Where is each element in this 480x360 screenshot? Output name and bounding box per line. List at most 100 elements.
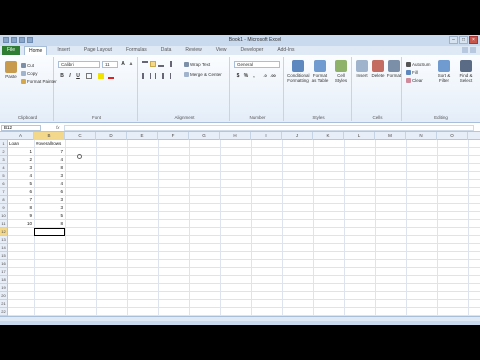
- column-header-i[interactable]: I: [251, 132, 282, 140]
- row-header-22[interactable]: 22: [0, 308, 8, 316]
- formula-input[interactable]: [64, 125, 474, 131]
- cut-button[interactable]: Cut: [21, 62, 34, 68]
- format-as-table-button[interactable]: Format as Table: [310, 60, 330, 83]
- row-header-18[interactable]: 18: [0, 276, 8, 284]
- indent-icon[interactable]: [170, 73, 176, 79]
- cell-b6[interactable]: 4: [34, 180, 65, 188]
- tab-6[interactable]: View: [212, 46, 231, 55]
- undo-icon[interactable]: [19, 37, 25, 43]
- cell-a6[interactable]: 5: [8, 180, 34, 188]
- tab-1[interactable]: Insert: [53, 46, 74, 55]
- cell-b5[interactable]: 3: [34, 172, 65, 180]
- tab-3[interactable]: Formulas: [122, 46, 151, 55]
- minimize-button[interactable]: –: [449, 36, 458, 44]
- merge-center-button[interactable]: Merge & Center: [184, 71, 222, 77]
- cell-b3[interactable]: 4: [34, 156, 65, 164]
- column-header-m[interactable]: M: [375, 132, 406, 140]
- grow-font-icon[interactable]: A: [120, 61, 126, 67]
- cell-a4[interactable]: 3: [8, 164, 34, 172]
- file-tab[interactable]: File: [2, 46, 20, 55]
- sort-filter-button[interactable]: Sort & Filter: [434, 60, 454, 83]
- column-header-l[interactable]: L: [344, 132, 375, 140]
- find-select-button[interactable]: Find & Select: [456, 60, 476, 83]
- row-header-4[interactable]: 4: [0, 164, 8, 172]
- orientation-icon[interactable]: [170, 61, 176, 67]
- row-header-17[interactable]: 17: [0, 268, 8, 276]
- row-header-6[interactable]: 6: [0, 180, 8, 188]
- column-header-h[interactable]: H: [220, 132, 251, 140]
- help-icon[interactable]: [462, 47, 468, 53]
- name-box[interactable]: B12: [1, 125, 41, 131]
- bold-button[interactable]: B: [59, 73, 65, 79]
- insert-cells-button[interactable]: Insert: [354, 60, 370, 78]
- column-header-n[interactable]: N: [406, 132, 437, 140]
- cell-a3[interactable]: 2: [8, 156, 34, 164]
- font-color-icon[interactable]: [108, 73, 114, 79]
- align-right-icon[interactable]: [158, 73, 164, 79]
- close-button[interactable]: ×: [469, 36, 478, 44]
- format-cells-button[interactable]: Format: [386, 60, 402, 78]
- tab-4[interactable]: Data: [157, 46, 176, 55]
- cell-b1[interactable]: #overallrows: [34, 140, 74, 148]
- worksheet-grid[interactable]: ABCDEFGHIJKLMNO 1 2 3 4 5 6 7 8 9 10 11 12 13 14 15 16 1…: [0, 132, 480, 316]
- delete-cells-button[interactable]: Delete: [370, 60, 386, 78]
- cell-b2[interactable]: 7: [34, 148, 65, 156]
- column-header-j[interactable]: J: [282, 132, 313, 140]
- row-header-7[interactable]: 7: [0, 188, 8, 196]
- row-header-19[interactable]: 19: [0, 284, 8, 292]
- cell-a7[interactable]: 6: [8, 188, 34, 196]
- italic-button[interactable]: I: [67, 73, 73, 79]
- clear-button[interactable]: Clear: [406, 77, 423, 83]
- fill-button[interactable]: Fill: [406, 69, 418, 75]
- row-header-5[interactable]: 5: [0, 172, 8, 180]
- row-header-21[interactable]: 21: [0, 300, 8, 308]
- redo-icon[interactable]: [27, 37, 33, 43]
- row-header-10[interactable]: 10: [0, 212, 8, 220]
- column-header-g[interactable]: G: [189, 132, 220, 140]
- cell-a2[interactable]: 1: [8, 148, 34, 156]
- tab-7[interactable]: Developer: [237, 46, 268, 55]
- tab-5[interactable]: Review: [181, 46, 205, 55]
- number-format-select[interactable]: General: [234, 61, 280, 68]
- shrink-font-icon[interactable]: A: [128, 61, 134, 67]
- row-header-8[interactable]: 8: [0, 196, 8, 204]
- column-header-b[interactable]: B: [34, 132, 65, 140]
- column-header-d[interactable]: D: [96, 132, 127, 140]
- tab-2[interactable]: Page Layout: [80, 46, 116, 55]
- row-header-3[interactable]: 3: [0, 156, 8, 164]
- tab-0[interactable]: Home: [24, 46, 48, 55]
- cell-area[interactable]: Loan #overallrows 1 7 2 4 3 8 4 3 5 4 6 6 7 3 8 3 9 5 10 8: [8, 140, 480, 316]
- cell-b11[interactable]: 8: [34, 220, 65, 228]
- cell-b9[interactable]: 3: [34, 204, 65, 212]
- cell-b8[interactable]: 3: [34, 196, 65, 204]
- cell-styles-button[interactable]: Cell Styles: [331, 60, 351, 83]
- cell-a5[interactable]: 4: [8, 172, 34, 180]
- column-header-e[interactable]: E: [127, 132, 158, 140]
- row-header-16[interactable]: 16: [0, 260, 8, 268]
- column-header-a[interactable]: A: [8, 132, 34, 140]
- save-icon[interactable]: [11, 37, 17, 43]
- font-name-select[interactable]: Calibri: [58, 61, 100, 68]
- copy-button[interactable]: Copy: [21, 70, 38, 76]
- row-header-11[interactable]: 11: [0, 220, 8, 228]
- format-painter-button[interactable]: Format Painter: [21, 78, 57, 84]
- fill-color-icon[interactable]: [98, 73, 104, 79]
- cell-b7[interactable]: 6: [34, 188, 65, 196]
- currency-icon[interactable]: $: [235, 73, 241, 79]
- cell-a10[interactable]: 9: [8, 212, 34, 220]
- insert-function-icon[interactable]: fx: [56, 125, 60, 130]
- align-center-icon[interactable]: [150, 73, 156, 79]
- wrap-text-button[interactable]: Wrap Text: [184, 61, 210, 67]
- increase-decimal-icon[interactable]: .0: [262, 73, 268, 79]
- row-header-9[interactable]: 9: [0, 204, 8, 212]
- minimize-ribbon-icon[interactable]: [470, 47, 476, 53]
- underline-button[interactable]: U: [75, 73, 81, 79]
- cell-a8[interactable]: 7: [8, 196, 34, 204]
- percent-icon[interactable]: %: [243, 73, 249, 79]
- row-header-1[interactable]: 1: [0, 140, 8, 148]
- row-header-15[interactable]: 15: [0, 252, 8, 260]
- align-middle-icon[interactable]: [150, 61, 156, 67]
- decrease-decimal-icon[interactable]: .00: [270, 73, 276, 79]
- align-bottom-icon[interactable]: [158, 61, 164, 67]
- column-header-f[interactable]: F: [158, 132, 189, 140]
